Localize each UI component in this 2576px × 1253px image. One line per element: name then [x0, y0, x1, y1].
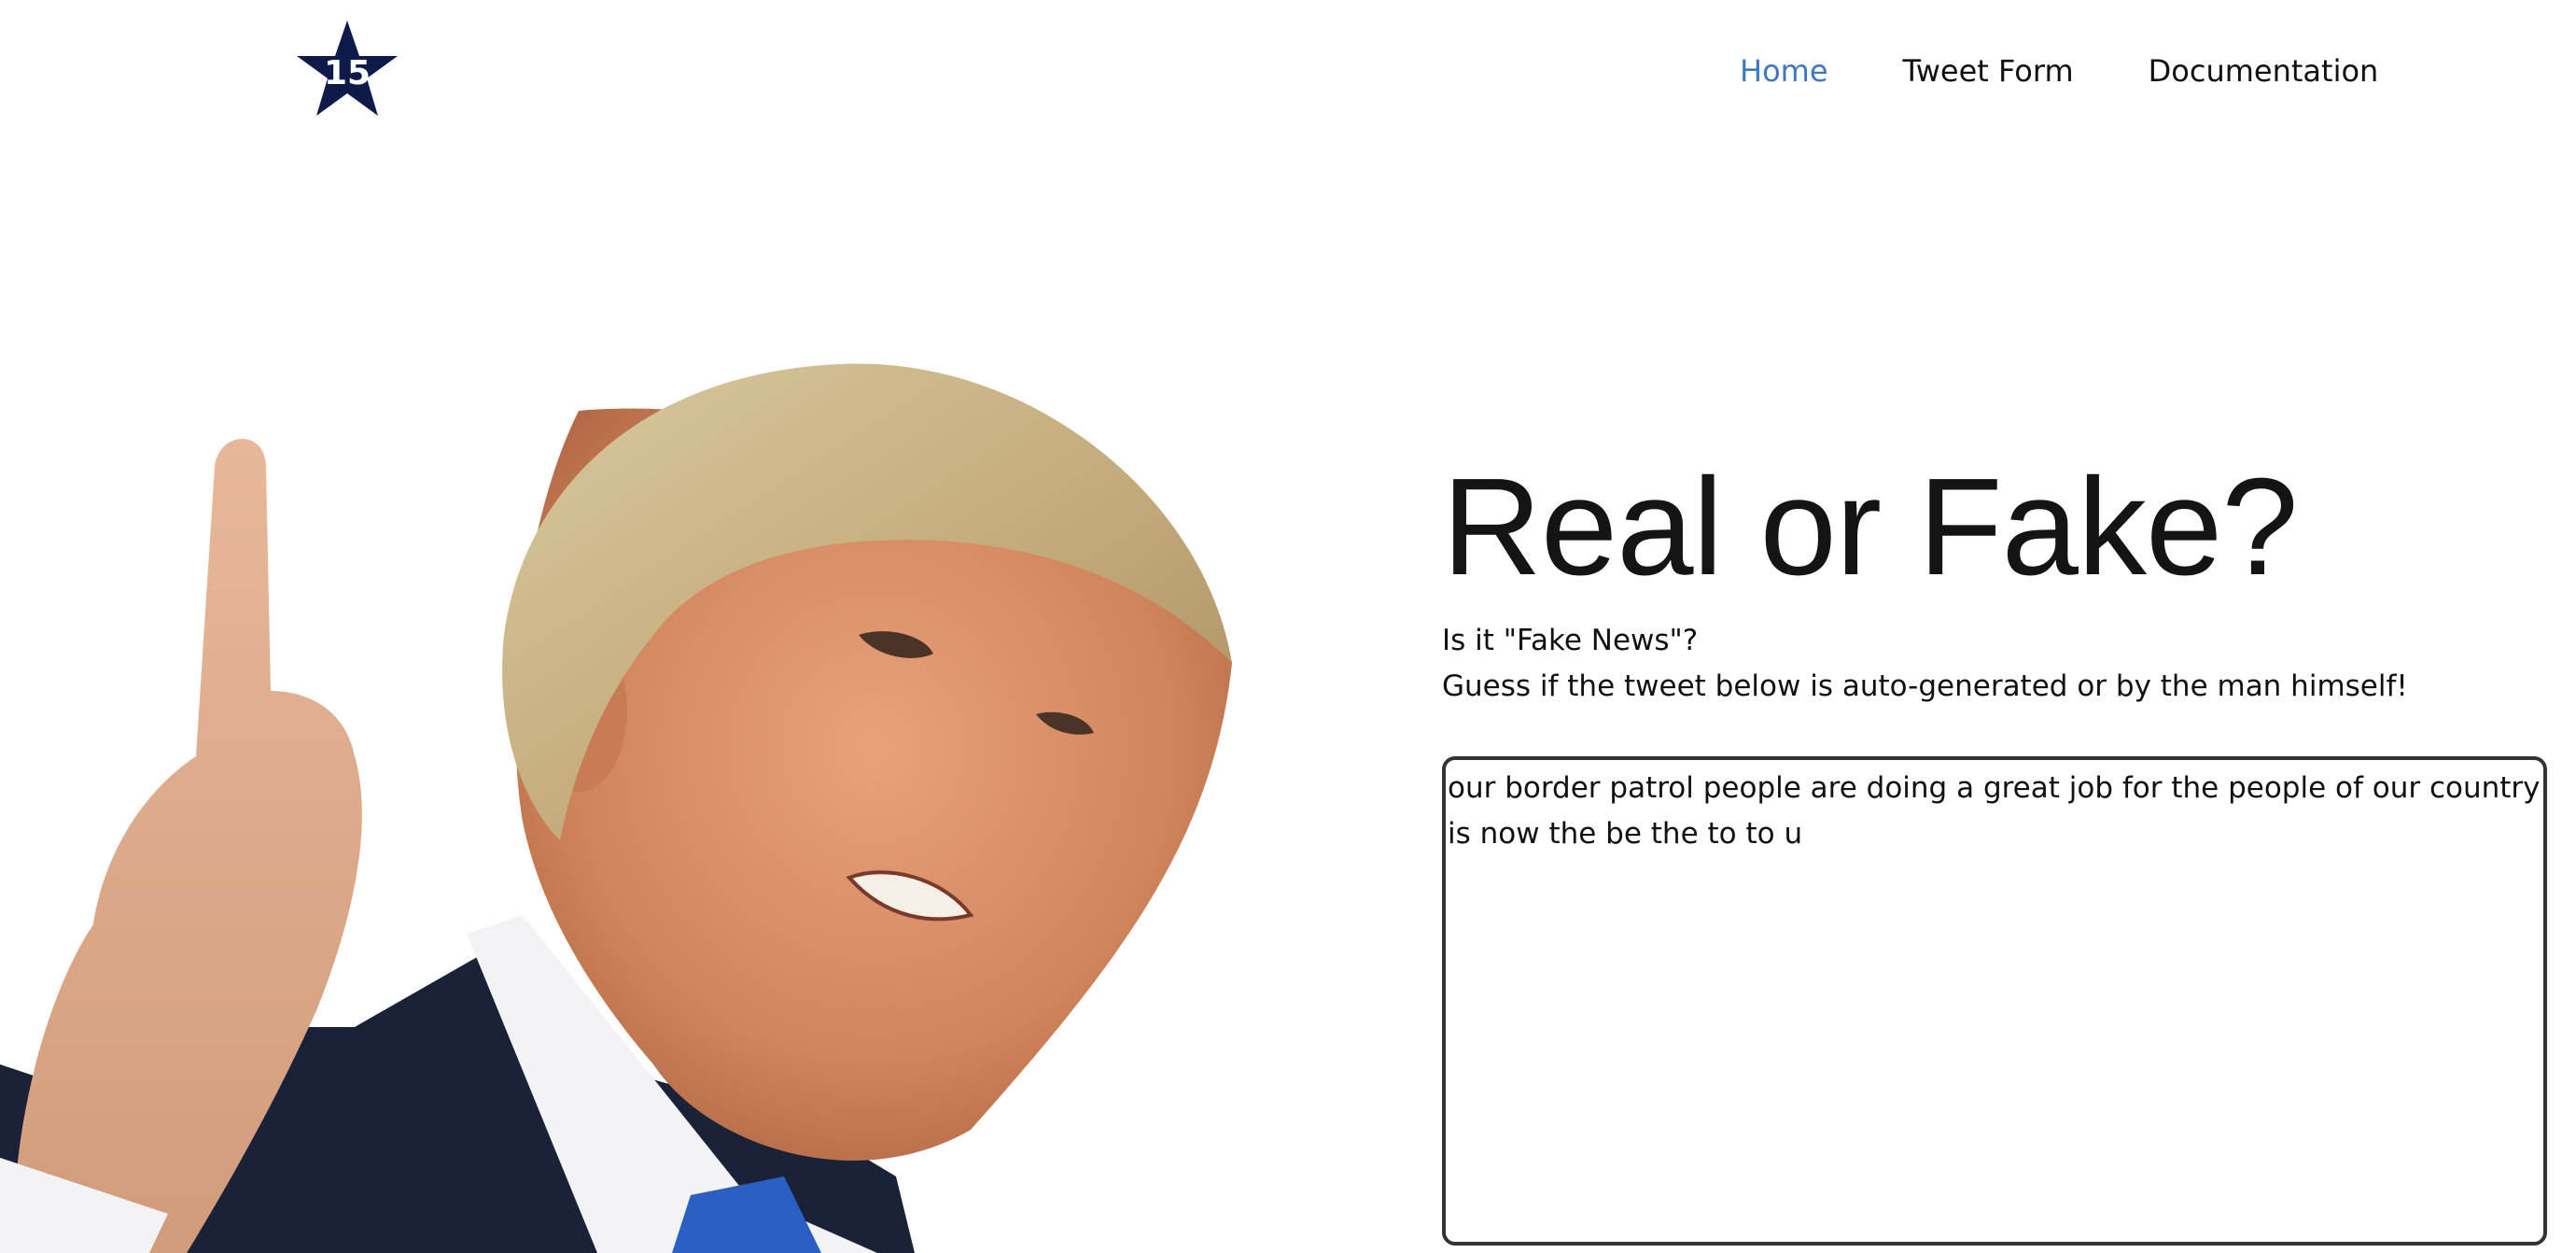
main-nav: Home Tweet Form Documentation: [1740, 52, 2378, 90]
subtitle: Is it "Fake News"? Guess if the tweet be…: [1442, 618, 2553, 710]
nav-tweet-form-link[interactable]: Tweet Form: [1903, 52, 2074, 90]
hero-photo: [0, 355, 1251, 1253]
nav-home-link[interactable]: Home: [1740, 52, 1828, 90]
page: 15 Home Tweet Form Documentation Real or…: [0, 0, 2576, 1253]
page-title: Real or Fake?: [1442, 450, 2299, 604]
nav-documentation-link[interactable]: Documentation: [2149, 52, 2379, 90]
subtitle-line-2: Guess if the tweet below is auto-generat…: [1442, 669, 2408, 703]
svg-text:15: 15: [324, 54, 371, 92]
tweet-textarea[interactable]: our border patrol people are doing a gre…: [1442, 756, 2547, 1246]
star-logo-icon[interactable]: 15: [295, 19, 399, 118]
subtitle-line-1: Is it "Fake News"?: [1442, 624, 1699, 657]
main-content: Real or Fake? Is it "Fake News"? Guess i…: [1442, 458, 2553, 710]
